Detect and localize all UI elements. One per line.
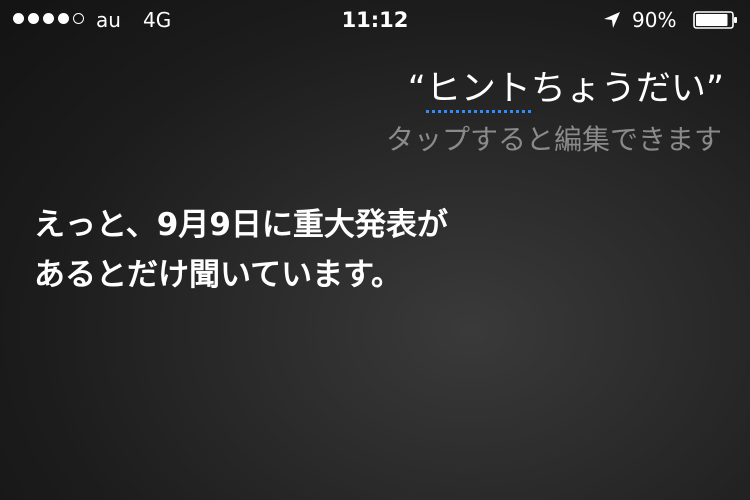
siri-request-text[interactable]: “ヒントちょうだい” xyxy=(407,66,724,113)
battery-percent: 90% xyxy=(632,8,677,32)
battery-fill xyxy=(696,14,728,26)
siri-response: えっと、9月9日に重大発表が あるとだけ聞いています。 xyxy=(34,200,448,300)
request-highlight-word[interactable]: ヒント xyxy=(425,69,531,113)
request-rest-text: ちょうだい xyxy=(530,69,706,109)
tap-to-edit-hint: タップすると編集できます xyxy=(385,123,722,156)
status-bar: au 4G 11:12 90% xyxy=(0,0,750,40)
response-line-2: あるとだけ聞いています。 xyxy=(34,257,402,293)
response-line-1: えっと、9月9日に重大発表が xyxy=(34,207,448,243)
request-close-quote: ” xyxy=(705,69,724,109)
request-open-quote: “ xyxy=(407,69,426,109)
battery-icon xyxy=(693,11,737,29)
location-arrow-icon xyxy=(604,12,620,28)
